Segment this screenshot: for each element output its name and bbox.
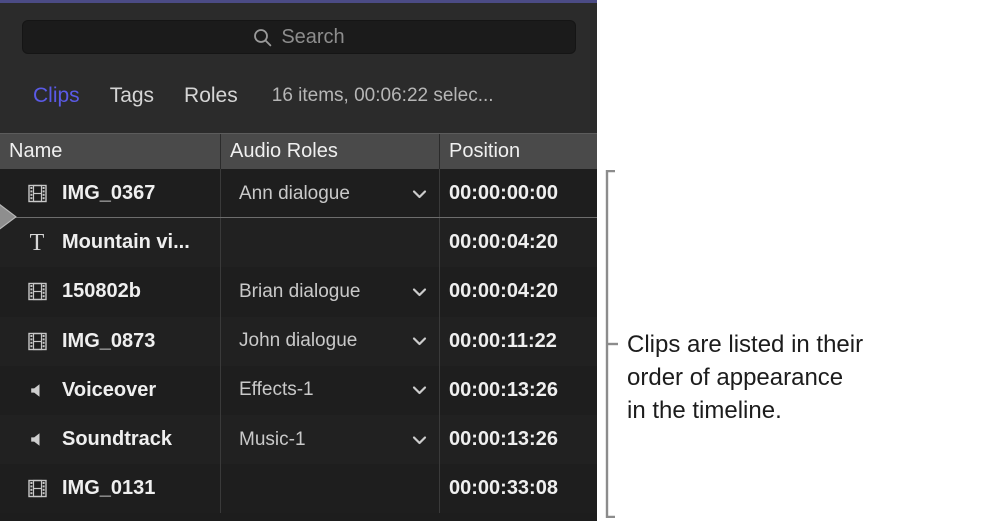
cell-name: Soundtrack [0,415,220,464]
position-timecode: 00:00:04:20 [449,231,558,254]
cell-audio-role[interactable]: Ann dialogue [220,169,439,218]
clip-name-label: Soundtrack [62,428,172,451]
position-timecode: 00:00:04:20 [449,280,558,303]
column-header-name[interactable]: Name [0,134,220,169]
cell-audio-role[interactable]: Music-1 [220,415,439,464]
audio-role-label: Music-1 [239,429,306,451]
cell-name: T Mountain vi... [0,218,220,267]
column-header-position[interactable]: Position [439,134,597,169]
panel-top-accent [0,0,597,3]
position-timecode: 00:00:33:08 [449,477,558,500]
audio-role-label: Brian dialogue [239,281,360,303]
cell-position: 00:00:00:00 [439,169,597,218]
chevron-down-icon[interactable] [412,287,427,297]
position-timecode: 00:00:11:22 [449,330,557,353]
cell-audio-role[interactable] [220,218,439,267]
search-icon [253,28,272,47]
table-row[interactable]: Voiceover Effects-1 00:00:13:26 [0,366,597,415]
tab-tags[interactable]: Tags [110,84,154,108]
chevron-down-icon[interactable] [412,336,427,346]
callout-text: Clips are listed in their order of appea… [627,328,957,427]
title-T-glyph: T [30,231,45,255]
selection-status-text: 16 items, 00:06:22 selec... [272,85,494,107]
speaker-icon [26,429,48,451]
cell-position: 00:00:13:26 [439,415,597,464]
timeline-index-panel: Search Clips Tags Roles 16 items, 00:06:… [0,0,597,521]
callout-line-2: order of appearance [627,361,957,394]
table-row[interactable]: T Mountain vi... 00:00:04:20 [0,218,597,267]
cell-position: 00:00:33:08 [439,464,597,513]
chevron-down-icon[interactable] [412,385,427,395]
table-row[interactable]: IMG_0873 John dialogue 00:00:11:22 [0,317,597,366]
audio-role-label: John dialogue [239,330,357,352]
position-timecode: 00:00:00:00 [449,182,558,205]
cell-position: 00:00:11:22 [439,317,597,366]
chevron-down-icon[interactable] [412,189,427,199]
cell-name: Voiceover [0,366,220,415]
cell-name: IMG_0131 [0,464,220,513]
audio-role-label: Effects-1 [239,379,314,401]
callout-line-1: Clips are listed in their [627,328,957,361]
position-timecode: 00:00:13:26 [449,428,558,451]
table-row[interactable]: IMG_0367 Ann dialogue 00:00:00:00 [0,169,597,218]
cell-audio-role[interactable] [220,464,439,513]
callout-bracket [602,170,618,518]
clip-name-label: Voiceover [62,379,156,402]
tab-roles[interactable]: Roles [184,84,238,108]
table-column-headers: Name Audio Roles Position [0,133,597,169]
search-placeholder-text: Search [281,27,344,47]
clips-table-body: IMG_0367 Ann dialogue 00:00:00:00 [0,169,597,521]
chevron-down-icon[interactable] [412,435,427,445]
callout-line-3: in the timeline. [627,394,957,427]
playhead-marker-icon[interactable] [0,202,20,232]
search-field-content: Search [253,27,344,47]
clip-name-label: IMG_0131 [62,477,155,500]
tab-clips[interactable]: Clips [33,84,80,108]
table-row[interactable]: Soundtrack Music-1 00:00:13:26 [0,415,597,464]
title-text-icon: T [26,232,48,254]
cell-audio-role[interactable]: Effects-1 [220,366,439,415]
clip-name-label: IMG_0873 [62,330,155,353]
film-strip-icon [26,183,48,205]
cell-audio-role[interactable]: John dialogue [220,317,439,366]
table-row[interactable]: IMG_0131 00:00:33:08 [0,464,597,513]
search-field[interactable]: Search [22,20,576,54]
cell-name: IMG_0367 [0,169,220,218]
index-tab-bar: Clips Tags Roles 16 items, 00:06:22 sele… [0,76,597,116]
film-strip-icon [26,330,48,352]
table-row[interactable]: 150802b Brian dialogue 00:00:04:20 [0,267,597,316]
cell-position: 00:00:04:20 [439,218,597,267]
clip-name-label: 150802b [62,280,141,303]
audio-role-label: Ann dialogue [239,183,350,205]
clip-name-label: IMG_0367 [62,182,155,205]
position-timecode: 00:00:13:26 [449,379,558,402]
cell-position: 00:00:13:26 [439,366,597,415]
cell-audio-role[interactable]: Brian dialogue [220,267,439,316]
film-strip-icon [26,478,48,500]
clip-name-label: Mountain vi... [62,231,190,254]
cell-name: 150802b [0,267,220,316]
cell-position: 00:00:04:20 [439,267,597,316]
column-header-audio-roles[interactable]: Audio Roles [220,134,439,169]
film-strip-icon [26,281,48,303]
screenshot-root: Search Clips Tags Roles 16 items, 00:06:… [0,0,1003,521]
cell-name: IMG_0873 [0,317,220,366]
speaker-icon [26,379,48,401]
